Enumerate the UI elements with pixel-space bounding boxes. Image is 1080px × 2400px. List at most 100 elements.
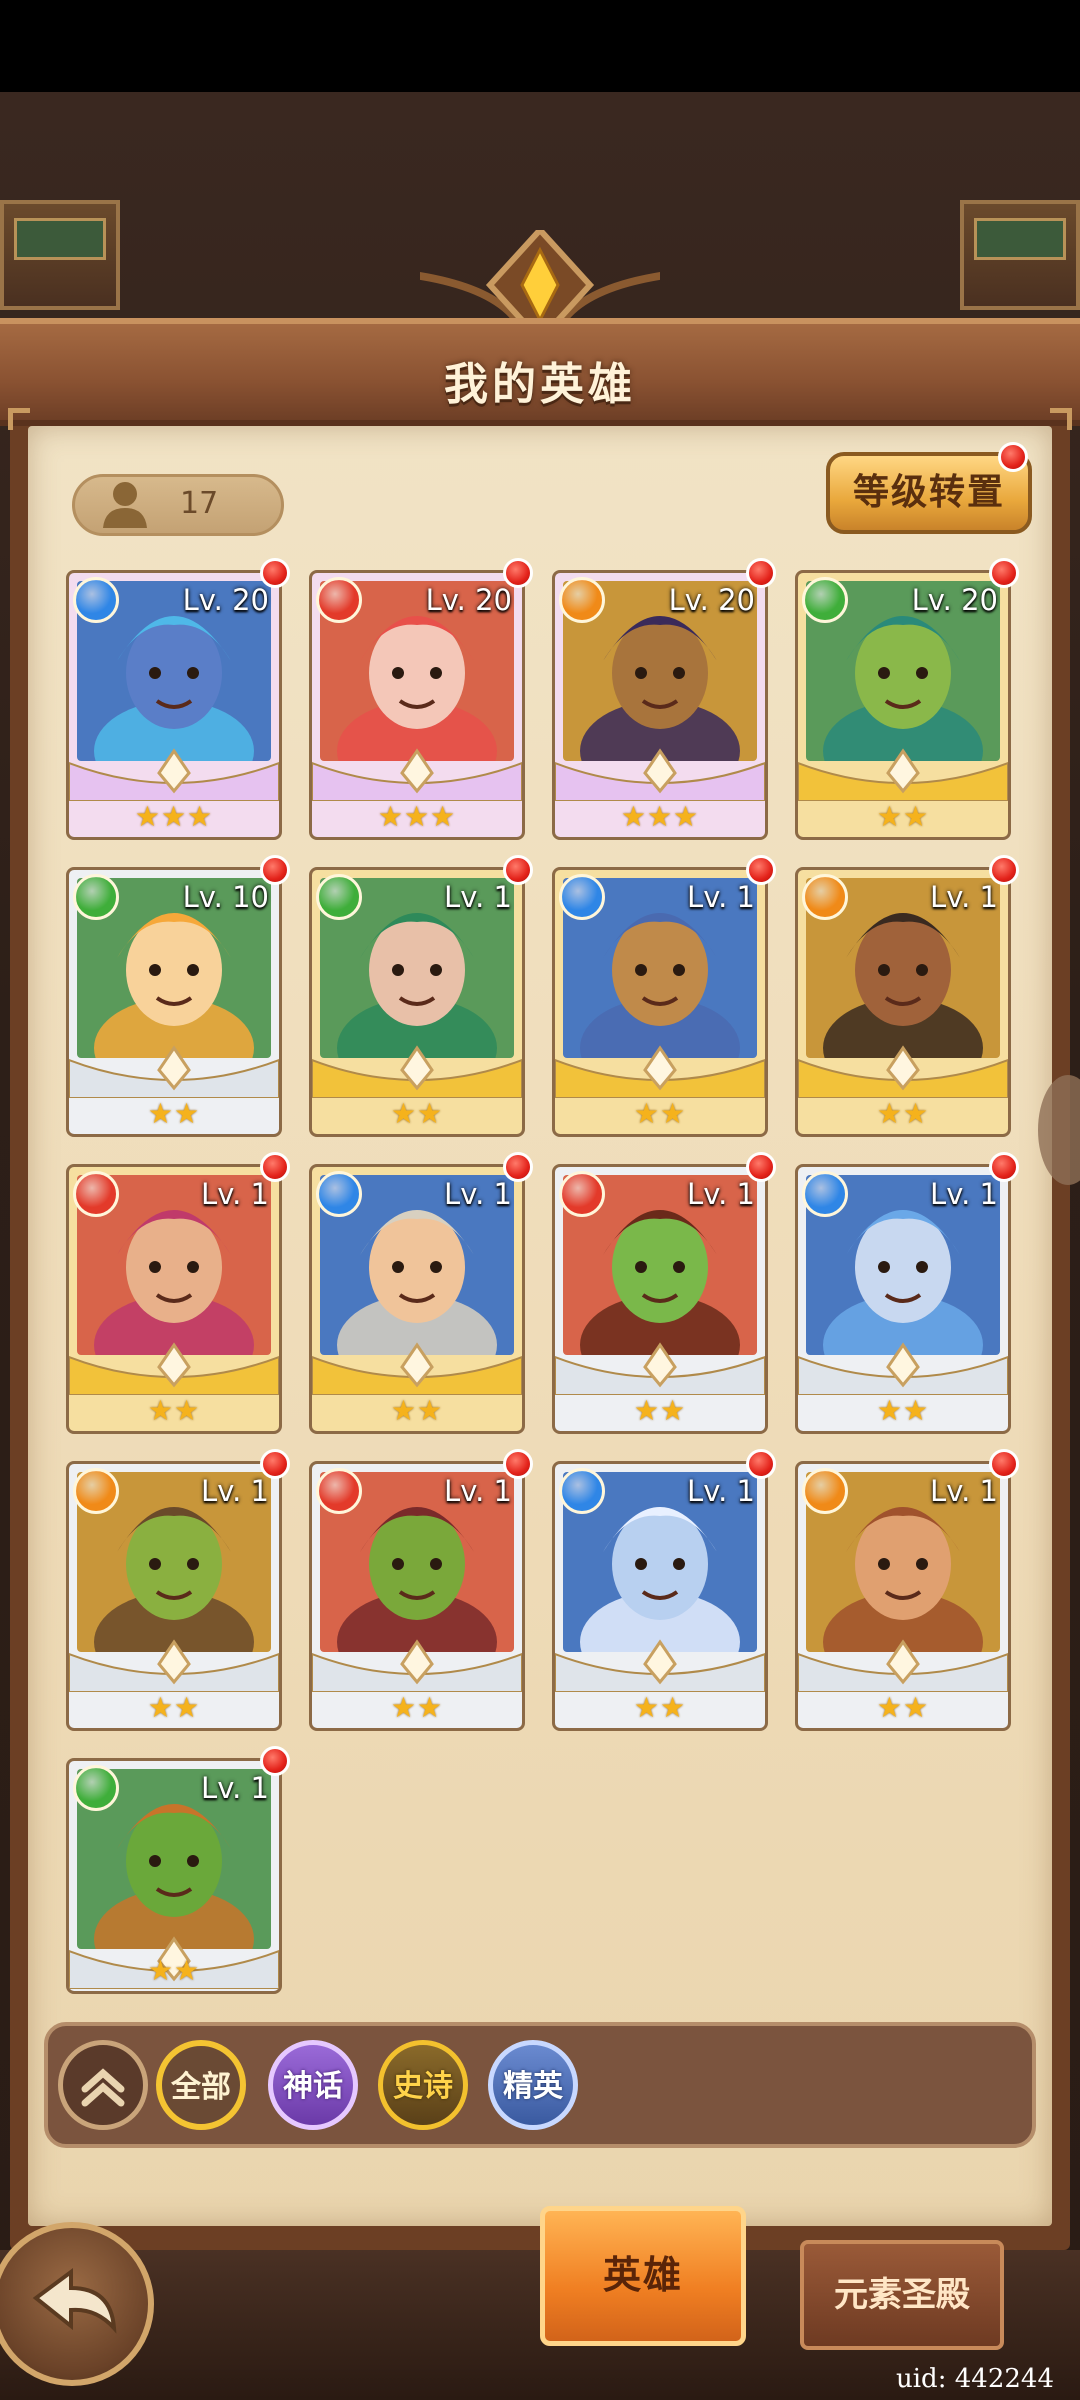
- hero-card[interactable]: Lv. 1 ★★: [66, 1164, 282, 1434]
- back-button[interactable]: [0, 2222, 154, 2386]
- element-wind-icon: [73, 874, 119, 920]
- hero-level: Lv. 20: [911, 583, 998, 617]
- star-rating: ★★: [633, 1691, 687, 1724]
- hero-level: Lv. 1: [444, 1474, 512, 1508]
- double-chevron-up-icon: [81, 2068, 125, 2107]
- corner-ornament: [8, 408, 30, 430]
- hero-card[interactable]: Lv. 1 ★★: [795, 1164, 1011, 1434]
- hero-level: Lv. 1: [444, 880, 512, 914]
- star-rating: ★★: [633, 1394, 687, 1427]
- hero-card[interactable]: Lv. 1 ★★: [309, 867, 525, 1137]
- notification-dot: [503, 1152, 533, 1182]
- hero-level: Lv. 1: [687, 880, 755, 914]
- element-light-icon: [802, 874, 848, 920]
- rarity-frame: [555, 1045, 765, 1098]
- rarity-frame: [555, 1639, 765, 1692]
- star-rating: ★★: [390, 1394, 444, 1427]
- notification-dot: [260, 855, 290, 885]
- notification-dot: [989, 1449, 1019, 1479]
- notification-dot: [989, 558, 1019, 588]
- notification-dot: [260, 1449, 290, 1479]
- left-pillar-ornament: [0, 200, 120, 310]
- hero-count: 17: [180, 486, 219, 521]
- rarity-frame: [555, 748, 765, 801]
- rarity-frame: [312, 1342, 522, 1395]
- rarity-frame: [69, 1639, 279, 1692]
- notification-dot: [746, 1449, 776, 1479]
- rarity-frame: [69, 1045, 279, 1098]
- notification-dot: [998, 442, 1028, 472]
- star-rating: ★★: [876, 1394, 930, 1427]
- hero-card[interactable]: Lv. 1 ★★: [552, 1461, 768, 1731]
- element-wind-icon: [802, 577, 848, 623]
- filter-epic[interactable]: 史诗: [378, 2040, 468, 2130]
- hero-card[interactable]: Lv. 1 ★★: [66, 1758, 282, 1994]
- hero-card[interactable]: Lv. 1 ★★: [795, 867, 1011, 1137]
- hero-level: Lv. 1: [687, 1474, 755, 1508]
- hero-level: Lv. 1: [687, 1177, 755, 1211]
- hero-level: Lv. 1: [444, 1177, 512, 1211]
- star-rating: ★★: [147, 1691, 201, 1724]
- hero-level: Lv. 20: [425, 583, 512, 617]
- element-fire-icon: [559, 1171, 605, 1217]
- star-rating: ★★: [147, 1097, 201, 1130]
- hero-card[interactable]: Lv. 10 ★★: [66, 867, 282, 1137]
- hero-card[interactable]: Lv. 20 ★★★: [309, 570, 525, 840]
- hero-level: Lv. 1: [201, 1771, 269, 1805]
- filter-elite[interactable]: 精英: [488, 2040, 578, 2130]
- element-fire-icon: [73, 1171, 119, 1217]
- hero-level: Lv. 1: [201, 1177, 269, 1211]
- filter-mythic[interactable]: 神话: [268, 2040, 358, 2130]
- rarity-frame: [798, 1639, 1008, 1692]
- collapse-button[interactable]: [58, 2040, 148, 2130]
- rarity-frame: [69, 1342, 279, 1395]
- rarity-frame: [798, 1045, 1008, 1098]
- star-rating: ★★: [390, 1097, 444, 1130]
- notification-dot: [503, 558, 533, 588]
- tab-heroes[interactable]: 英雄: [540, 2206, 746, 2346]
- hero-card[interactable]: Lv. 1 ★★: [552, 867, 768, 1137]
- element-light-icon: [559, 577, 605, 623]
- element-light-icon: [73, 1468, 119, 1514]
- rarity-frame: [312, 1045, 522, 1098]
- corner-ornament: [1050, 408, 1072, 430]
- hero-card[interactable]: Lv. 1 ★★: [795, 1461, 1011, 1731]
- hero-card[interactable]: Lv. 20 ★★: [795, 570, 1011, 840]
- rarity-frame: [312, 1639, 522, 1692]
- star-rating: ★★: [876, 1691, 930, 1724]
- notification-dot: [260, 1152, 290, 1182]
- notification-dot: [260, 558, 290, 588]
- hero-level: Lv. 1: [201, 1474, 269, 1508]
- element-water-icon: [316, 1171, 362, 1217]
- element-water-icon: [559, 874, 605, 920]
- notification-dot: [989, 855, 1019, 885]
- filter-all[interactable]: 全部: [156, 2040, 246, 2130]
- notification-dot: [989, 1152, 1019, 1182]
- hero-card[interactable]: Lv. 1 ★★: [309, 1461, 525, 1731]
- rarity-frame: [312, 748, 522, 801]
- star-rating: ★★★: [134, 800, 214, 833]
- right-pillar-ornament: [960, 200, 1080, 310]
- element-water-icon: [559, 1468, 605, 1514]
- element-water-icon: [73, 577, 119, 623]
- star-rating: ★★★: [377, 800, 457, 833]
- element-light-icon: [802, 1468, 848, 1514]
- notification-dot: [746, 1152, 776, 1182]
- star-rating: ★★: [390, 1691, 444, 1724]
- rarity-frame: [798, 748, 1008, 801]
- page-title: 我的英雄: [444, 359, 636, 410]
- hero-card[interactable]: Lv. 20 ★★★: [552, 570, 768, 840]
- hero-card[interactable]: Lv. 20 ★★★: [66, 570, 282, 840]
- notification-dot: [260, 1746, 290, 1776]
- element-water-icon: [802, 1171, 848, 1217]
- tab-element-temple[interactable]: 元素圣殿: [800, 2240, 1004, 2350]
- hero-level: Lv. 10: [182, 880, 269, 914]
- hero-card[interactable]: Lv. 1 ★★: [66, 1461, 282, 1731]
- hero-level: Lv. 1: [930, 1177, 998, 1211]
- hero-card[interactable]: Lv. 1 ★★: [552, 1164, 768, 1434]
- rarity-frame: [798, 1342, 1008, 1395]
- rarity-frame: [555, 1342, 765, 1395]
- hero-card[interactable]: Lv. 1 ★★: [309, 1164, 525, 1434]
- star-rating: ★★: [876, 800, 930, 833]
- element-fire-icon: [316, 577, 362, 623]
